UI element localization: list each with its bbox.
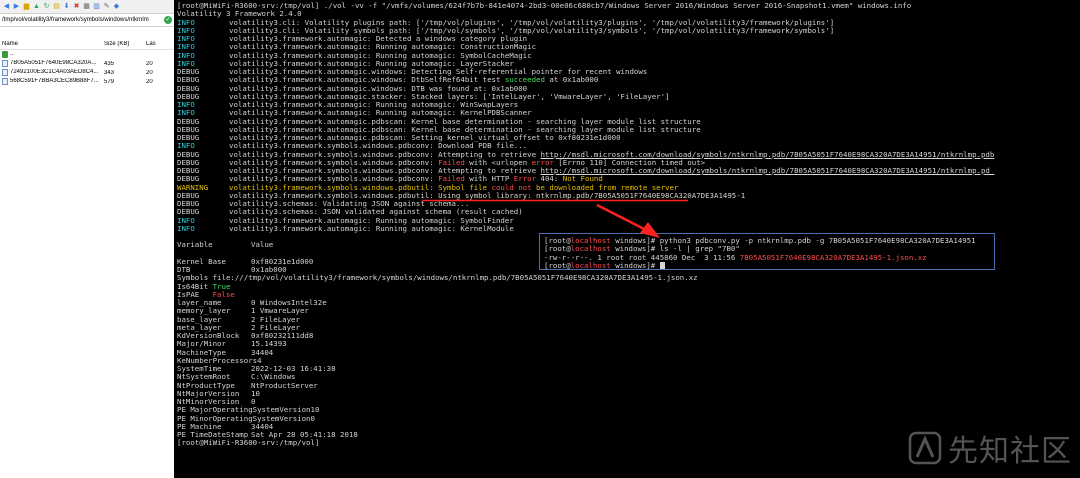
overlay-terminal-line: [root@localhost windows]# xyxy=(544,261,665,270)
terminal-text-segment: NtSystemRoot C:\Windows xyxy=(177,372,296,382)
terminal-text-segment: localhost xyxy=(570,260,611,270)
column-header-name[interactable]: Name xyxy=(2,41,104,47)
terminal-line: INFO volatility3.framework.automagic: Run… xyxy=(177,223,514,233)
new-folder-icon[interactable]: ▤ xyxy=(52,2,61,11)
refresh-icon[interactable]: ↻ xyxy=(42,2,51,11)
terminal-line: [root@MiWiFi-R3600-srv:/tmp/vol] xyxy=(177,439,319,447)
parent-label: .. xyxy=(10,50,14,57)
download-icon[interactable]: ⬇ xyxy=(62,2,71,11)
overlay-terminal[interactable]: [root@localhost windows]# python3 pdbcon… xyxy=(539,233,995,270)
edit-icon[interactable]: ✎ xyxy=(102,2,111,11)
path-ok-icon[interactable]: ✓ xyxy=(164,16,172,24)
back-icon[interactable]: ◀ xyxy=(2,2,11,11)
file-row[interactable]: 72492100E3C1C4A03AED8C4... 343 20 xyxy=(0,68,174,77)
up-folder-icon[interactable]: ▲ xyxy=(32,2,41,11)
watermark-logo-icon xyxy=(908,431,942,465)
watermark-text: 先知社区 xyxy=(948,434,1072,469)
log-level-label: INFO xyxy=(177,223,195,233)
file-list-header: Name Size (KB) Las xyxy=(0,39,174,50)
terminal-line: Symbols file:///tmp/vol/volatility3/fram… xyxy=(177,274,698,282)
terminal-text-segment: Symbols file:///tmp/vol/volatility3/fram… xyxy=(177,273,698,283)
file-name: 72492100E3C1C4A03AED8C4... xyxy=(10,68,99,75)
file-manager-panel: ◀ ▶ ▆ ▲ ↻ ▤ ⬇ ✖ ▦ ▥ ✎ ◆ /tmp/vol/volatil… xyxy=(0,0,175,478)
properties-icon[interactable]: ▦ xyxy=(82,2,91,11)
terminal-text-segment: PE MajorOperatingSystemVersion10 xyxy=(177,405,320,415)
terminal-text-segment: [root@ xyxy=(544,260,571,270)
file-manager-toolbar: ◀ ▶ ▆ ▲ ↻ ▤ ⬇ ✖ ▦ ▥ ✎ ◆ xyxy=(0,0,174,14)
file-modified: 20 xyxy=(146,69,153,76)
forward-icon[interactable]: ▶ xyxy=(12,2,21,11)
file-icon xyxy=(2,69,8,77)
column-header-size[interactable]: Size (KB) xyxy=(104,41,146,47)
file-icon xyxy=(2,78,8,86)
view-icon[interactable]: ▥ xyxy=(92,2,101,11)
bookmark-icon[interactable]: ◆ xyxy=(112,2,121,11)
text-cursor xyxy=(659,262,665,270)
file-modified: 20 xyxy=(146,78,153,85)
terminal-text-segment: volatility3.framework.automagic: Running… xyxy=(229,223,514,233)
file-row[interactable]: 568C591F7BBA3CEC89B88F7... 579 20 xyxy=(0,77,174,86)
parent-folder-icon xyxy=(2,51,8,59)
file-name: 7B05A5051F7640E98CA320A... xyxy=(10,59,97,66)
terminal-text-segment: [root@MiWiFi-R3600-srv:/tmp/vol] xyxy=(177,438,320,448)
file-icon xyxy=(2,60,8,68)
file-modified: 20 xyxy=(146,60,153,67)
terminal-text-segment: Major/Minor 15.14393 xyxy=(177,339,287,349)
terminal-text-segment: windows]# xyxy=(610,260,660,270)
watermark: 先知社区 xyxy=(908,428,1072,469)
file-row[interactable]: 7B05A5051F7640E98CA320A... 435 20 xyxy=(0,59,174,68)
terminal-text-segment: http://msdl.microsoft.com/download/symbo… xyxy=(540,166,995,175)
delete-icon[interactable]: ✖ xyxy=(72,2,81,11)
terminal-text-segment: 7B05A5051F7640E98CA320A7DE3A1495-1.json.… xyxy=(739,252,927,262)
file-name: 568C591F7BBA3CEC89B88F7... xyxy=(10,77,99,84)
path-text: /tmp/vol/volatility3/framework/symbols/w… xyxy=(2,17,149,23)
file-size: 579 xyxy=(104,78,115,85)
terminal-text-segment: at 0x1ab000 xyxy=(544,75,599,85)
file-size: 343 xyxy=(104,69,115,76)
terminal-text-segment: memory_layer 1 VmwareLayer xyxy=(177,306,309,316)
terminal-line: Variable Value xyxy=(177,241,273,249)
folder-icon[interactable]: ▆ xyxy=(22,2,31,11)
file-size: 435 xyxy=(104,60,115,67)
parent-directory-row[interactable]: .. xyxy=(0,50,174,59)
terminal-text-segment: Variable Value xyxy=(177,240,274,250)
path-bar[interactable]: /tmp/vol/volatility3/framework/symbols/w… xyxy=(0,14,174,27)
column-header-last[interactable]: Las xyxy=(146,41,166,47)
